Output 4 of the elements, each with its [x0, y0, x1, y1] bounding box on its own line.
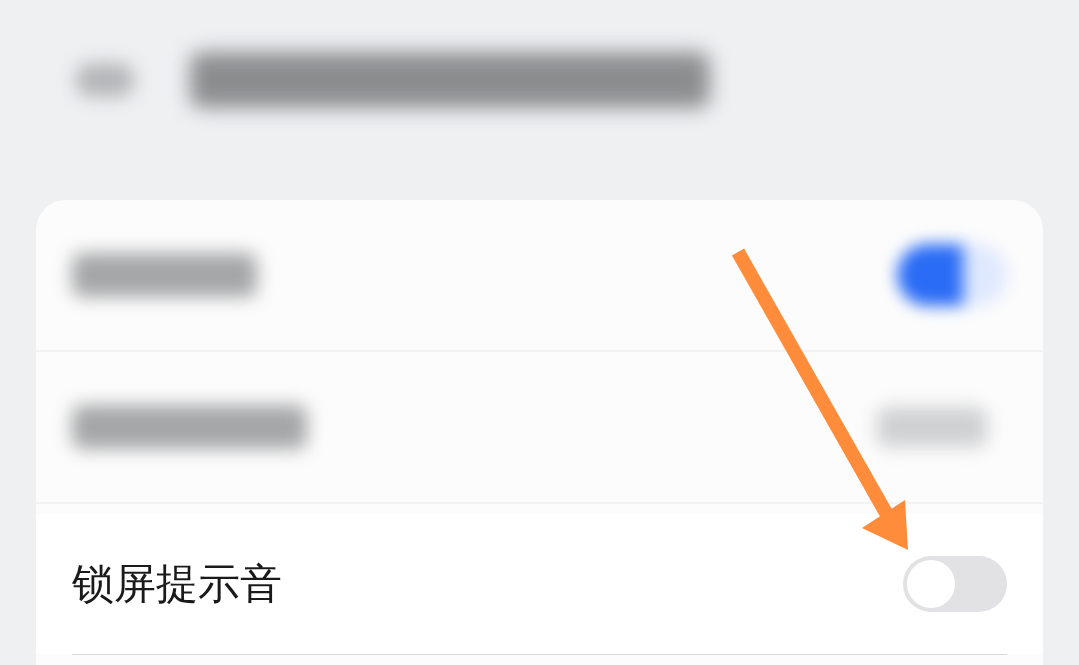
toggle-switch[interactable] [903, 556, 1007, 612]
blurred-back-icon[interactable] [75, 63, 135, 97]
setting-label: 锁屏提示音 [72, 558, 282, 610]
blurred-toggle[interactable] [897, 244, 1007, 306]
